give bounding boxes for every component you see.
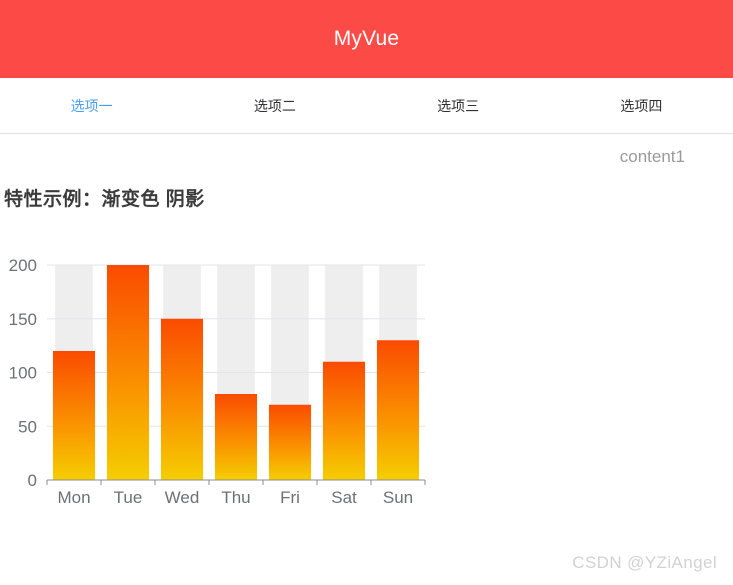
x-tick-label: Fri xyxy=(280,488,300,507)
x-tick-label: Sun xyxy=(383,488,413,507)
app-title: MyVue xyxy=(333,27,400,50)
bar-chart-canvas[interactable]: 0 50 100 150 200 Mon Tue Wed Thu Fri Sat Sun xyxy=(0,248,440,523)
x-tick-label: Sat xyxy=(331,488,357,507)
y-tick-label: 200 xyxy=(9,256,37,275)
y-tick-label: 150 xyxy=(9,310,37,329)
bar-mon[interactable] xyxy=(52,351,96,480)
tab-option-3[interactable]: 选项三 xyxy=(367,79,550,133)
tab-bar: 选项一 选项二 选项三 选项四 xyxy=(0,78,733,134)
bar-chart[interactable]: 0 50 100 150 200 Mon Tue Wed Thu Fri Sat Sun xyxy=(0,248,440,523)
bar-sat[interactable] xyxy=(322,361,366,480)
panel-label-row: content1 xyxy=(0,134,733,180)
bar-sun[interactable] xyxy=(376,340,420,480)
x-tick-label: Thu xyxy=(221,488,250,507)
y-tick-label: 0 xyxy=(28,471,37,490)
x-tick-label: Tue xyxy=(114,488,143,507)
x-tick-label: Mon xyxy=(57,488,90,507)
watermark: CSDN @YZiAngel xyxy=(572,553,717,572)
section-title: 特性示例：渐变色 阴影 xyxy=(4,189,205,210)
tab-option-1[interactable]: 选项一 xyxy=(0,79,183,133)
y-tick-label: 50 xyxy=(18,417,37,436)
bar-tue[interactable] xyxy=(106,265,150,480)
app-header: MyVue xyxy=(0,0,733,78)
bar-fri[interactable] xyxy=(268,404,312,480)
panel-label: content1 xyxy=(619,147,685,166)
tab-option-4[interactable]: 选项四 xyxy=(550,79,733,133)
y-tick-label: 100 xyxy=(9,364,37,383)
bar-wed[interactable] xyxy=(160,318,204,480)
x-tick-label: Wed xyxy=(165,488,200,507)
tab-option-2[interactable]: 选项二 xyxy=(183,79,366,133)
bar-thu[interactable] xyxy=(214,394,258,480)
